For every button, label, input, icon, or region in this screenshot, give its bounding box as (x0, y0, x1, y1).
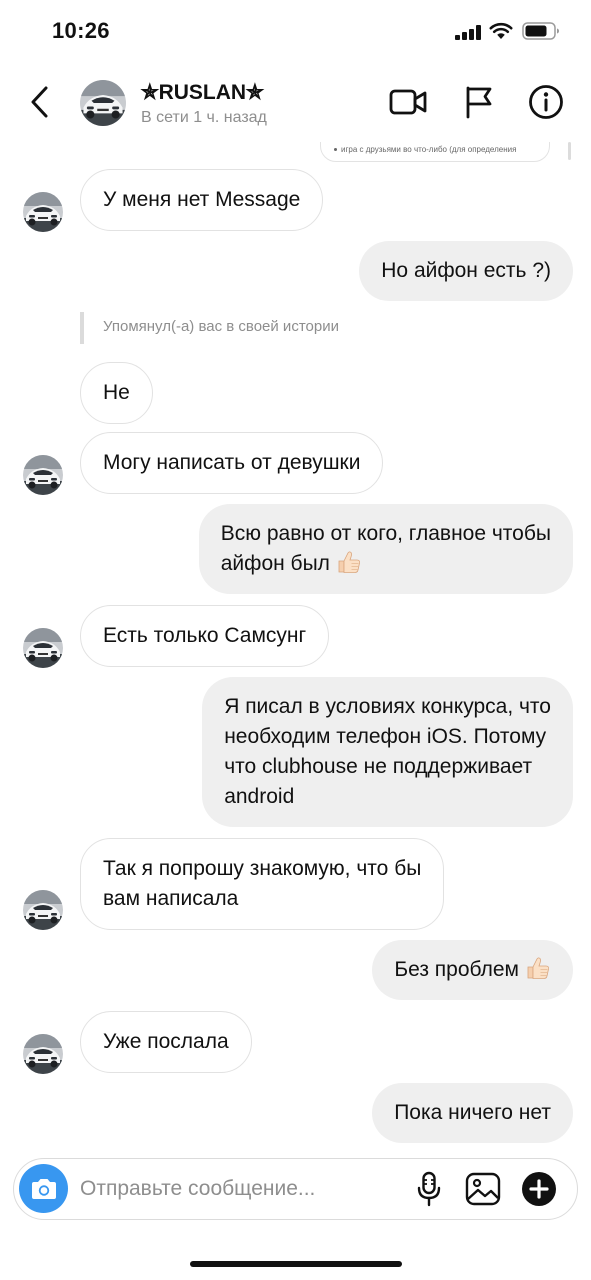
message-bubble-outgoing[interactable]: Всю равно от кого, главное чтобы айфон б… (198, 504, 573, 594)
message-line: необходим телефон iOS. Потому (224, 725, 547, 748)
message-bubble-incoming[interactable]: У меня нет Message (80, 169, 324, 231)
message-line: Всю равно от кого, главное чтобы (220, 522, 551, 545)
message-bubble-incoming[interactable]: Не (80, 362, 153, 424)
camera-icon[interactable] (19, 1164, 68, 1213)
scrollbar[interactable] (568, 142, 571, 160)
message-input[interactable] (80, 1171, 390, 1207)
gallery-icon[interactable] (463, 1169, 503, 1209)
message-bubble-incoming[interactable]: Так я попрошу знакомую, что бы вам напис… (80, 838, 445, 930)
battery-icon (522, 22, 560, 40)
story-preview-text: игра с друзьями во что-либо (для определ… (341, 145, 517, 154)
message-bubble-outgoing[interactable]: Пока ничего нет (372, 1083, 573, 1143)
status-time: 10:26 (52, 18, 110, 43)
message-bubble-incoming[interactable]: Могу написать от девушки (80, 432, 384, 494)
message-bubble-outgoing[interactable]: Но айфон есть ?) (359, 241, 573, 301)
status-bar: 10:26 (0, 0, 591, 62)
message-line: что clubhouse не поддерживает (224, 755, 533, 778)
avatar[interactable] (23, 890, 63, 930)
contact-status: В сети 1 ч. назад (141, 109, 267, 126)
wifi-icon (489, 22, 513, 40)
avatar[interactable] (80, 80, 126, 126)
chat-header: ✯RUSLAN✯ В сети 1 ч. назад (0, 62, 591, 142)
message-line: Я писал в условиях конкурса, что (224, 695, 551, 718)
message-line: Так я попрошу знакомую, что бы (103, 857, 422, 880)
avatar[interactable] (23, 628, 63, 668)
signal-icon (455, 25, 483, 40)
message-bubble-incoming[interactable]: Уже послала (80, 1011, 252, 1073)
avatar[interactable] (23, 1034, 63, 1074)
story-mention-notice[interactable]: Упомянул(-а) вас в своей истории (80, 312, 339, 344)
message-composer (13, 1158, 578, 1220)
message-bubble-incoming[interactable]: Есть только Самсунг (80, 605, 330, 667)
thumbs-up-icon (525, 955, 551, 981)
story-preview-card[interactable]: игра с друзьями во что-либо (для определ… (320, 142, 550, 162)
video-call-icon[interactable] (388, 82, 428, 122)
message-list[interactable]: игра с друзьями во что-либо (для определ… (0, 142, 591, 1154)
thumbs-up-icon (336, 549, 362, 575)
back-icon[interactable] (22, 82, 58, 122)
add-icon[interactable] (519, 1169, 559, 1209)
home-indicator[interactable] (190, 1261, 402, 1267)
flag-icon[interactable] (459, 82, 499, 122)
info-icon[interactable] (526, 82, 566, 122)
bullet (334, 148, 337, 151)
message-text: Без проблем (394, 958, 519, 981)
avatar[interactable] (23, 455, 63, 495)
message-bubble-outgoing[interactable]: Я писал в условиях конкурса, что необход… (202, 677, 573, 827)
message-line: вам написала (103, 887, 239, 910)
avatar[interactable] (23, 192, 63, 232)
message-line: android (224, 785, 295, 808)
message-line: айфон был (220, 552, 330, 575)
microphone-icon[interactable] (409, 1169, 449, 1209)
message-bubble-outgoing[interactable]: Без проблем (372, 940, 573, 1000)
contact-name[interactable]: ✯RUSLAN✯ (141, 80, 264, 105)
